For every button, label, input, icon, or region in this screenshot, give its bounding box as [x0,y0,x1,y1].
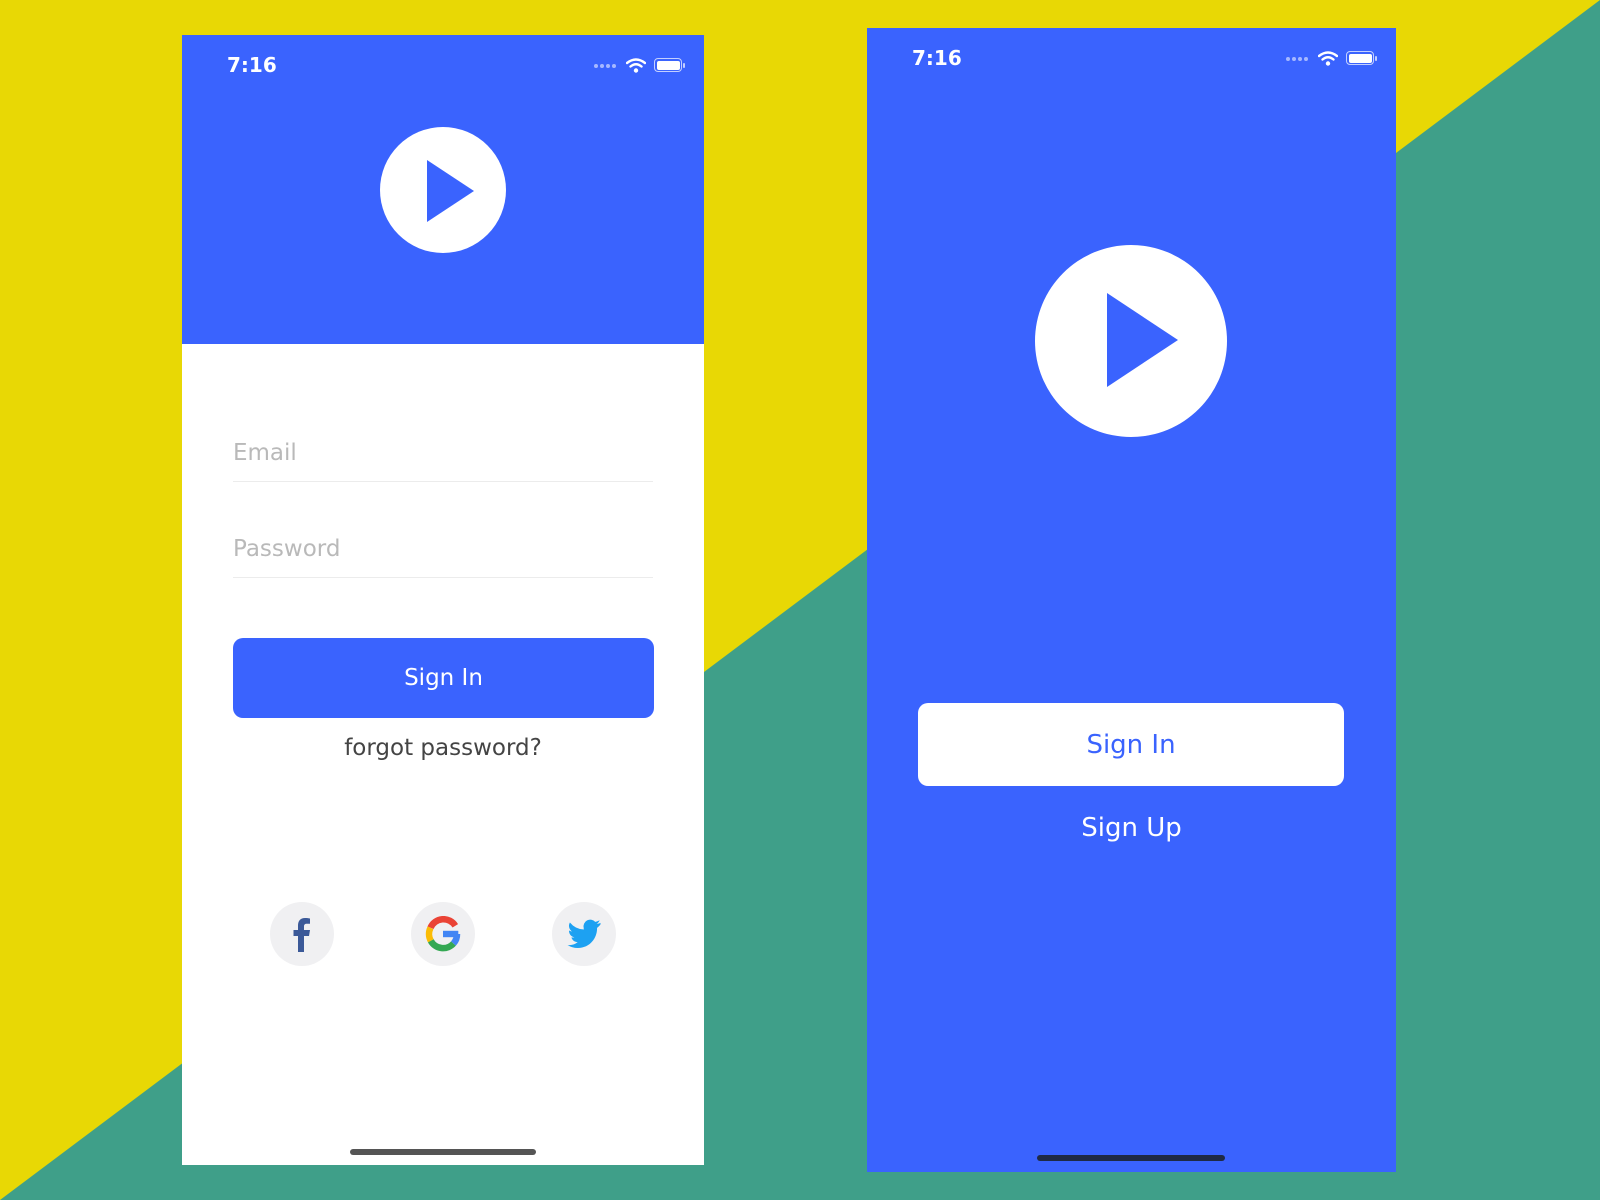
home-indicator [1037,1155,1225,1161]
app-logo [380,127,506,253]
google-icon [425,916,461,952]
email-input[interactable] [233,425,653,481]
signal-dots-icon [1286,55,1310,61]
forgot-password-link[interactable]: forgot password? [182,735,704,761]
facebook-icon [293,918,310,952]
social-login-row [182,902,704,966]
login-screen: 7:16 Sign In forgot password? [182,35,704,1165]
status-icons [594,57,685,73]
battery-icon [1346,51,1377,65]
signal-dots-icon [594,62,618,68]
sign-in-button[interactable]: Sign In [233,638,654,718]
wifi-icon [1318,51,1338,66]
status-icons [1286,50,1377,66]
wifi-icon [626,58,646,73]
app-logo [1035,245,1227,437]
battery-icon [654,58,685,72]
status-time: 7:16 [227,53,277,77]
status-time: 7:16 [912,46,962,70]
sign-in-button[interactable]: Sign In [918,703,1344,786]
facebook-login-button[interactable] [270,902,334,966]
google-login-button[interactable] [411,902,475,966]
play-icon [1107,293,1178,387]
password-input[interactable] [233,521,653,577]
twitter-icon [567,919,601,948]
home-indicator [350,1149,536,1155]
twitter-login-button[interactable] [552,902,616,966]
password-field[interactable] [233,521,653,578]
email-field[interactable] [233,425,653,482]
sign-up-link[interactable]: Sign Up [867,813,1396,843]
welcome-screen: 7:16 Sign In Sign Up [867,28,1396,1172]
play-icon [427,160,474,222]
